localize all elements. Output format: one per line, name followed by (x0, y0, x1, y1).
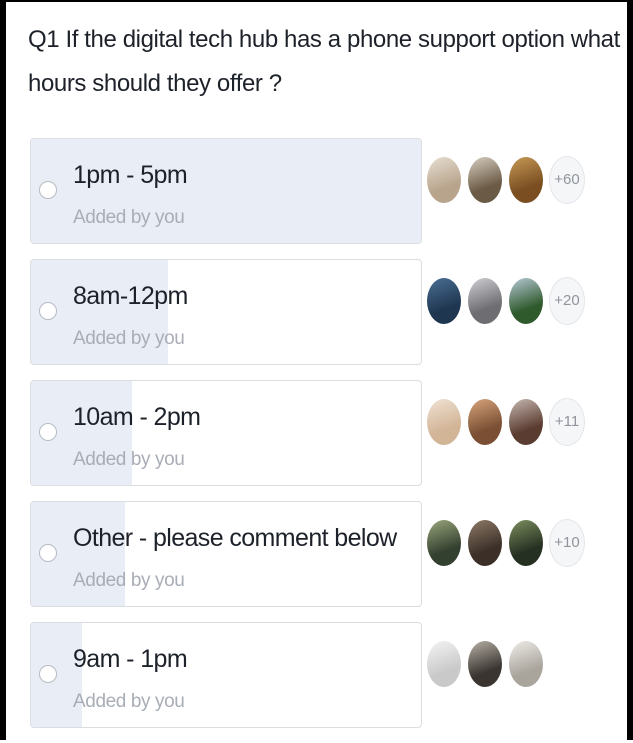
avatar[interactable] (508, 277, 544, 325)
avatar[interactable] (426, 519, 462, 567)
poll-option-card[interactable]: 1pm - 5pm Added by you (30, 138, 422, 244)
option-radio[interactable] (39, 181, 57, 199)
avatar[interactable] (467, 519, 503, 567)
option-radio[interactable] (39, 423, 57, 441)
more-voters-count[interactable]: +60 (549, 156, 585, 204)
poll-option-card[interactable]: 8am-12pm Added by you (30, 259, 422, 365)
avatar[interactable] (508, 640, 544, 688)
option-added-by: Added by you (73, 207, 185, 228)
poll-option-card[interactable]: Other - please comment below Added by yo… (30, 501, 422, 607)
poll-option-card[interactable]: 10am - 2pm Added by you (30, 380, 422, 486)
more-voters-count[interactable]: +10 (549, 519, 585, 567)
option-added-by: Added by you (73, 449, 185, 470)
option-label: 8am-12pm (73, 282, 188, 310)
avatar[interactable] (467, 640, 503, 688)
option-label: Other - please comment below (73, 524, 397, 552)
poll-question: Q1 If the digital tech hub has a phone s… (28, 26, 620, 97)
option-radio[interactable] (39, 544, 57, 562)
option-radio[interactable] (39, 302, 57, 320)
more-voters-count[interactable]: +20 (549, 277, 585, 325)
avatar[interactable] (508, 156, 544, 204)
avatar[interactable] (467, 277, 503, 325)
option-added-by: Added by you (73, 570, 185, 591)
more-voters-count[interactable]: +11 (549, 398, 585, 446)
avatar[interactable] (508, 398, 544, 446)
avatar[interactable] (426, 398, 462, 446)
avatar[interactable] (426, 156, 462, 204)
option-label: 9am - 1pm (73, 645, 188, 673)
avatar[interactable] (426, 277, 462, 325)
option-label: 10am - 2pm (73, 403, 201, 431)
poll-option-card[interactable]: 9am - 1pm Added by you (30, 622, 422, 728)
avatar[interactable] (508, 519, 544, 567)
avatar[interactable] (426, 640, 462, 688)
avatar[interactable] (467, 398, 503, 446)
poll-frame: Q1 If the digital tech hub has a phone s… (0, 0, 633, 740)
avatar[interactable] (467, 156, 503, 204)
option-added-by: Added by you (73, 691, 185, 712)
option-label: 1pm - 5pm (73, 161, 188, 189)
option-radio[interactable] (39, 665, 57, 683)
option-added-by: Added by you (73, 328, 185, 349)
